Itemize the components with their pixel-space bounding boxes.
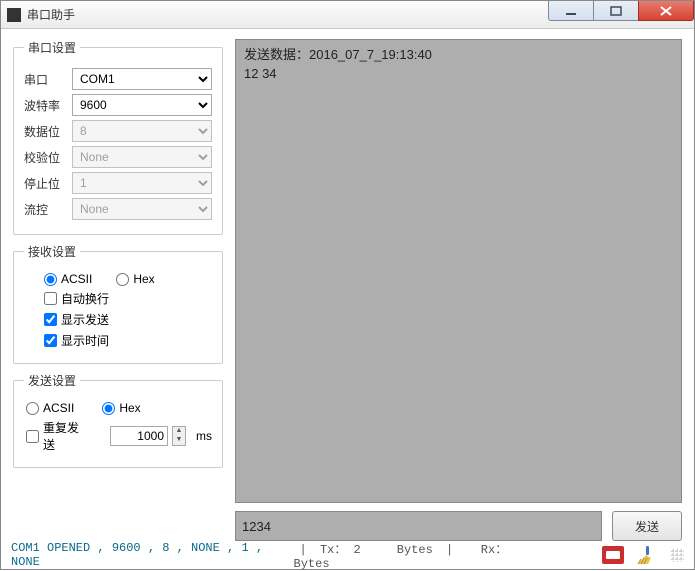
databits-select[interactable]: 8 — [72, 120, 212, 142]
parity-select[interactable]: None — [72, 146, 212, 168]
status-connection: COM1 OPENED , 9600 , 8 , NONE , 1 , NONE — [11, 541, 294, 569]
send-input[interactable]: 1234 — [235, 511, 602, 541]
interval-unit: ms — [196, 429, 212, 443]
baud-label: 波特率 — [24, 97, 72, 114]
databits-label: 数据位 — [24, 123, 72, 140]
status-rx-label: Rx： — [481, 543, 507, 557]
serial-settings-group: 串口设置 串口 COM1 波特率 9600 数据位 8 校验位 None 停止位… — [13, 39, 223, 235]
flow-label: 流控 — [24, 201, 72, 218]
maximize-icon — [610, 5, 622, 17]
status-tx-label: Tx： — [320, 543, 346, 557]
close-button[interactable] — [638, 1, 694, 21]
app-icon — [7, 8, 21, 22]
port-select[interactable]: COM1 — [72, 68, 212, 90]
recv-hex-radio[interactable]: Hex — [116, 272, 154, 286]
app-title: 串口助手 — [27, 6, 75, 23]
main-content: 串口设置 串口 COM1 波特率 9600 数据位 8 校验位 None 停止位… — [1, 29, 694, 541]
recv-settings-group: 接收设置 ACSII Hex 自动换行 显示发送 显示时间 — [13, 243, 223, 364]
minimize-icon — [565, 5, 577, 17]
send-settings-legend: 发送设置 — [24, 372, 80, 389]
port-label: 串口 — [24, 71, 72, 88]
repeat-send-checkbox[interactable]: 重复发送 — [26, 419, 90, 453]
baud-select[interactable]: 9600 — [72, 94, 212, 116]
minimize-button[interactable] — [548, 1, 594, 21]
autowrap-checkbox[interactable]: 自动换行 — [44, 290, 109, 307]
send-hex-radio[interactable]: Hex — [102, 401, 140, 415]
status-bar: COM1 OPENED , 9600 , 8 , NONE , 1 , NONE… — [1, 541, 694, 569]
repeat-interval-input[interactable] — [110, 426, 168, 446]
connection-icon[interactable] — [602, 546, 624, 564]
recv-settings-legend: 接收设置 — [24, 243, 80, 260]
receive-textarea[interactable]: 发送数据：2016_07_7_19:13:40 12 34 — [235, 39, 682, 503]
rx-line: 12 34 — [244, 65, 673, 84]
recv-ascii-radio[interactable]: ACSII — [44, 272, 92, 286]
close-icon — [659, 5, 673, 17]
rx-line: 发送数据：2016_07_7_19:13:40 — [244, 46, 673, 65]
showsend-checkbox[interactable]: 显示发送 — [44, 311, 109, 328]
resize-grip[interactable] — [670, 548, 684, 562]
showtime-checkbox[interactable]: 显示时间 — [44, 332, 109, 349]
title-bar: 串口助手 — [1, 1, 694, 29]
settings-column: 串口设置 串口 COM1 波特率 9600 数据位 8 校验位 None 停止位… — [13, 39, 223, 541]
flow-select[interactable]: None — [72, 198, 212, 220]
io-column: 发送数据：2016_07_7_19:13:40 12 34 1234 发送 — [235, 39, 682, 541]
maximize-button[interactable] — [593, 1, 639, 21]
send-ascii-radio[interactable]: ACSII — [26, 401, 74, 415]
status-tx-value: 2 — [354, 543, 361, 557]
stopbits-label: 停止位 — [24, 175, 72, 192]
status-bytes: Bytes — [294, 557, 330, 571]
window-buttons — [549, 1, 694, 28]
status-bytes: Bytes — [397, 543, 433, 557]
serial-settings-legend: 串口设置 — [24, 39, 80, 56]
send-settings-group: 发送设置 ACSII Hex 重复发送 ▲▼ ms — [13, 372, 223, 468]
parity-label: 校验位 — [24, 149, 72, 166]
send-button[interactable]: 发送 — [612, 511, 682, 541]
repeat-interval-stepper[interactable]: ▲▼ — [172, 426, 186, 446]
clear-icon[interactable] — [634, 544, 656, 566]
stopbits-select[interactable]: 1 — [72, 172, 212, 194]
